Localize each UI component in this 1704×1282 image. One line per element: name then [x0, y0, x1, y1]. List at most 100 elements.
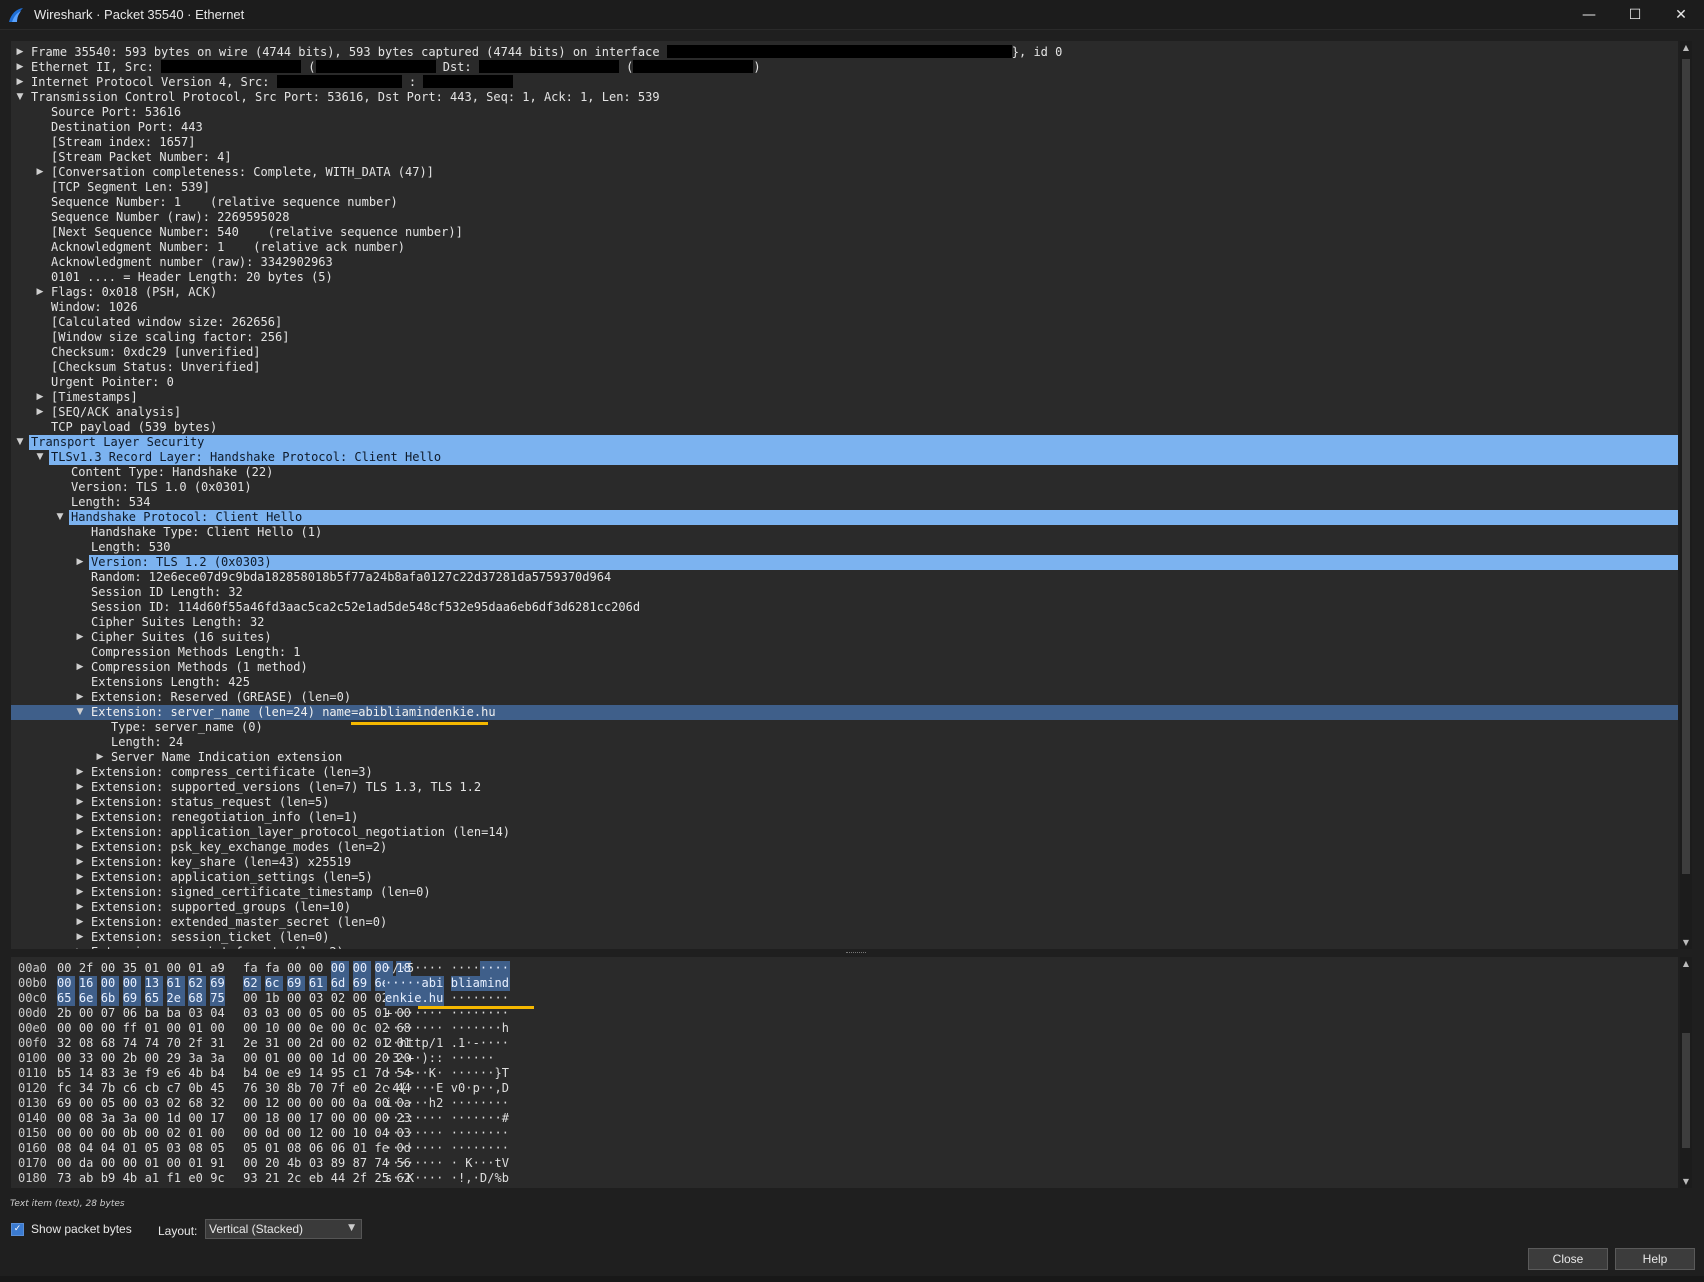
ascii-char[interactable]: · [436, 1126, 443, 1141]
hex-byte[interactable]: 04 [210, 1006, 224, 1021]
expand-arrow-icon[interactable]: ▶ [15, 45, 25, 60]
ascii-char[interactable]: · [422, 1141, 429, 1156]
hex-byte[interactable]: 2f [79, 961, 93, 976]
ascii-char[interactable]: + [385, 1006, 392, 1021]
hex-byte[interactable]: 00 [79, 1021, 93, 1036]
hex-byte[interactable]: b4 [210, 1066, 224, 1081]
hex-byte[interactable]: 29 [167, 1051, 181, 1066]
hex-byte[interactable]: 13 [144, 976, 163, 991]
ascii-char[interactable]: T [502, 1066, 509, 1081]
tree-row[interactable]: ▶ Extension: renegotiation_info (len=1) [11, 810, 1678, 825]
hex-byte[interactable]: 8b [287, 1081, 301, 1096]
tree-row[interactable]: ▶ Extension: application_layer_protocol_n… [11, 825, 1678, 840]
tree-row[interactable]: Checksum: 0xdc29 [unverified] [11, 345, 1678, 360]
hex-byte[interactable]: 00 [188, 1111, 202, 1126]
ascii-char[interactable]: · [392, 1036, 399, 1051]
ascii-char[interactable]: · [487, 1036, 494, 1051]
expand-arrow-icon[interactable]: ▶ [75, 870, 85, 885]
ascii-char[interactable]: · [407, 1096, 414, 1111]
byte-row[interactable]: 00d0 2b 00 07 06 ba ba 03 04 03 03 00 05 00 05 01 00 + · · ·… [11, 1006, 1678, 1021]
hex-byte[interactable]: 4b [287, 1156, 301, 1171]
tree-row[interactable]: ▶ Flags: 0x018 (PSH, ACK) [11, 285, 1678, 300]
hex-byte[interactable]: e6 [167, 1066, 181, 1081]
tree-row[interactable]: ▶ Internet Protocol Version 4, Src: : [11, 75, 1678, 90]
ascii-char[interactable]: · [414, 1081, 421, 1096]
hex-byte[interactable]: 00 [309, 1051, 323, 1066]
ascii-char[interactable]: · [436, 1171, 443, 1186]
ascii-char[interactable]: · [480, 1036, 487, 1051]
hex-byte[interactable]: 0e [309, 1021, 323, 1036]
tree-row[interactable]: [Window size scaling factor: 256] [11, 330, 1678, 345]
byte-row[interactable]: 0170 00 da 00 00 01 00 01 91 00 20 4b 03 89 87 74 56 · · · ·… [11, 1156, 1678, 1171]
ascii-char[interactable]: · [385, 1141, 392, 1156]
ascii-char[interactable]: . [451, 1036, 458, 1051]
ascii-char[interactable] [495, 1051, 502, 1066]
hex-byte[interactable]: 62 [188, 976, 207, 991]
ascii-char[interactable]: · [458, 1051, 465, 1066]
ascii-char[interactable]: i [436, 976, 445, 991]
ascii-char[interactable]: · [458, 1096, 465, 1111]
expand-arrow-icon[interactable]: ▶ [35, 165, 45, 180]
collapse-arrow-icon[interactable]: ▼ [15, 90, 25, 105]
hex-byte[interactable]: 45 [210, 1081, 224, 1096]
ascii-char[interactable]: 3 [392, 1051, 399, 1066]
tree-row[interactable]: ▶ Extension: session_ticket (len=0) [11, 930, 1678, 945]
hex-byte[interactable]: 17 [210, 1111, 224, 1126]
byte-row[interactable]: 00c0656e6b69652e6875001b000302000200enki… [11, 991, 1678, 1006]
hex-byte[interactable]: 00 [57, 1111, 71, 1126]
hex-byte[interactable]: c7 [167, 1081, 181, 1096]
ascii-char[interactable]: · [451, 1096, 458, 1111]
hex-byte[interactable]: 01 [145, 1156, 159, 1171]
hex-byte[interactable]: 03 [309, 1156, 323, 1171]
hex-byte[interactable]: ba [167, 1006, 181, 1021]
hex-byte[interactable]: 00 [145, 1111, 159, 1126]
hex-byte[interactable]: 08 [287, 1141, 301, 1156]
tree-row[interactable]: ▶ [Timestamps] [11, 390, 1678, 405]
hex-byte[interactable]: 00 [79, 1126, 93, 1141]
hex-byte[interactable]: 00 [57, 1021, 71, 1036]
ascii-char[interactable]: · [487, 1096, 494, 1111]
hex-byte[interactable]: 05 [145, 1141, 159, 1156]
ascii-char[interactable]: · [392, 1096, 399, 1111]
ascii-char[interactable]: s [385, 1171, 392, 1186]
expand-arrow-icon[interactable]: ▶ [75, 630, 85, 645]
hex-byte[interactable]: 3a [101, 1111, 115, 1126]
byte-row[interactable]: 0150 00 00 00 0b 00 02 01 00 00 0d 00 12 00 10 04 03 · · · ·… [11, 1126, 1678, 1141]
ascii-char[interactable]: · [400, 1096, 407, 1111]
ascii-char[interactable]: h [429, 1096, 436, 1111]
ascii-char[interactable]: · [407, 1006, 414, 1021]
tree-row[interactable]: Acknowledgment Number: 1 (relative ack n… [11, 240, 1678, 255]
ascii-char[interactable]: / [429, 1036, 436, 1051]
ascii-char[interactable]: · [422, 1111, 429, 1126]
hex-byte[interactable]: 0a [353, 1096, 367, 1111]
hex-byte[interactable]: 75 [210, 991, 225, 1006]
expand-arrow-icon[interactable]: ▶ [35, 390, 45, 405]
tree-row[interactable]: Length: 534 [11, 495, 1678, 510]
hex-byte[interactable]: 05 [309, 1006, 323, 1021]
ascii-char[interactable]: · [422, 1066, 429, 1081]
scroll-down-icon[interactable]: ▼ [1680, 1177, 1692, 1186]
scrollbar-thumb[interactable] [1682, 1033, 1690, 1148]
tree-row[interactable]: ▶ Extension: key_share (len=43) x25519 [11, 855, 1678, 870]
ascii-char[interactable]: · [487, 1141, 494, 1156]
hex-byte[interactable]: 0e [265, 1066, 279, 1081]
hex-byte[interactable]: 7f [331, 1081, 345, 1096]
ascii-char[interactable]: / [487, 1171, 494, 1186]
byte-row[interactable]: 0100 00 33 00 2b 00 29 3a 3a 00 01 00 00 1d 00 20 20 · 3 · +… [11, 1051, 1678, 1066]
ascii-char[interactable]: · [480, 991, 487, 1006]
ascii-char[interactable]: · [400, 1126, 407, 1141]
hex-byte[interactable]: 16 [78, 976, 97, 991]
byte-row[interactable]: 00f0 32 08 68 74 74 70 2f 31 2e 31 00 2d 00 02 01 01 2 · h t… [11, 1036, 1678, 1051]
tree-row[interactable]: ▼ Transport Layer Security [11, 435, 1678, 450]
hex-byte[interactable]: 01 [353, 1141, 367, 1156]
hex-byte[interactable]: 00 [287, 1036, 301, 1051]
hex-byte[interactable]: 00 [210, 1021, 224, 1036]
ascii-char[interactable]: t [414, 1036, 421, 1051]
tree-row[interactable]: Cipher Suites Length: 32 [11, 615, 1678, 630]
ascii-char[interactable]: 4 [392, 1081, 399, 1096]
tree-row[interactable]: ▶ Extension: Reserved (GREASE) (len=0) [11, 690, 1678, 705]
ascii-char[interactable]: · [422, 1126, 429, 1141]
hex-byte[interactable]: 00 [353, 1051, 367, 1066]
hex-byte[interactable]: 2c [287, 1171, 301, 1186]
hex-byte[interactable]: 62 [243, 976, 262, 991]
